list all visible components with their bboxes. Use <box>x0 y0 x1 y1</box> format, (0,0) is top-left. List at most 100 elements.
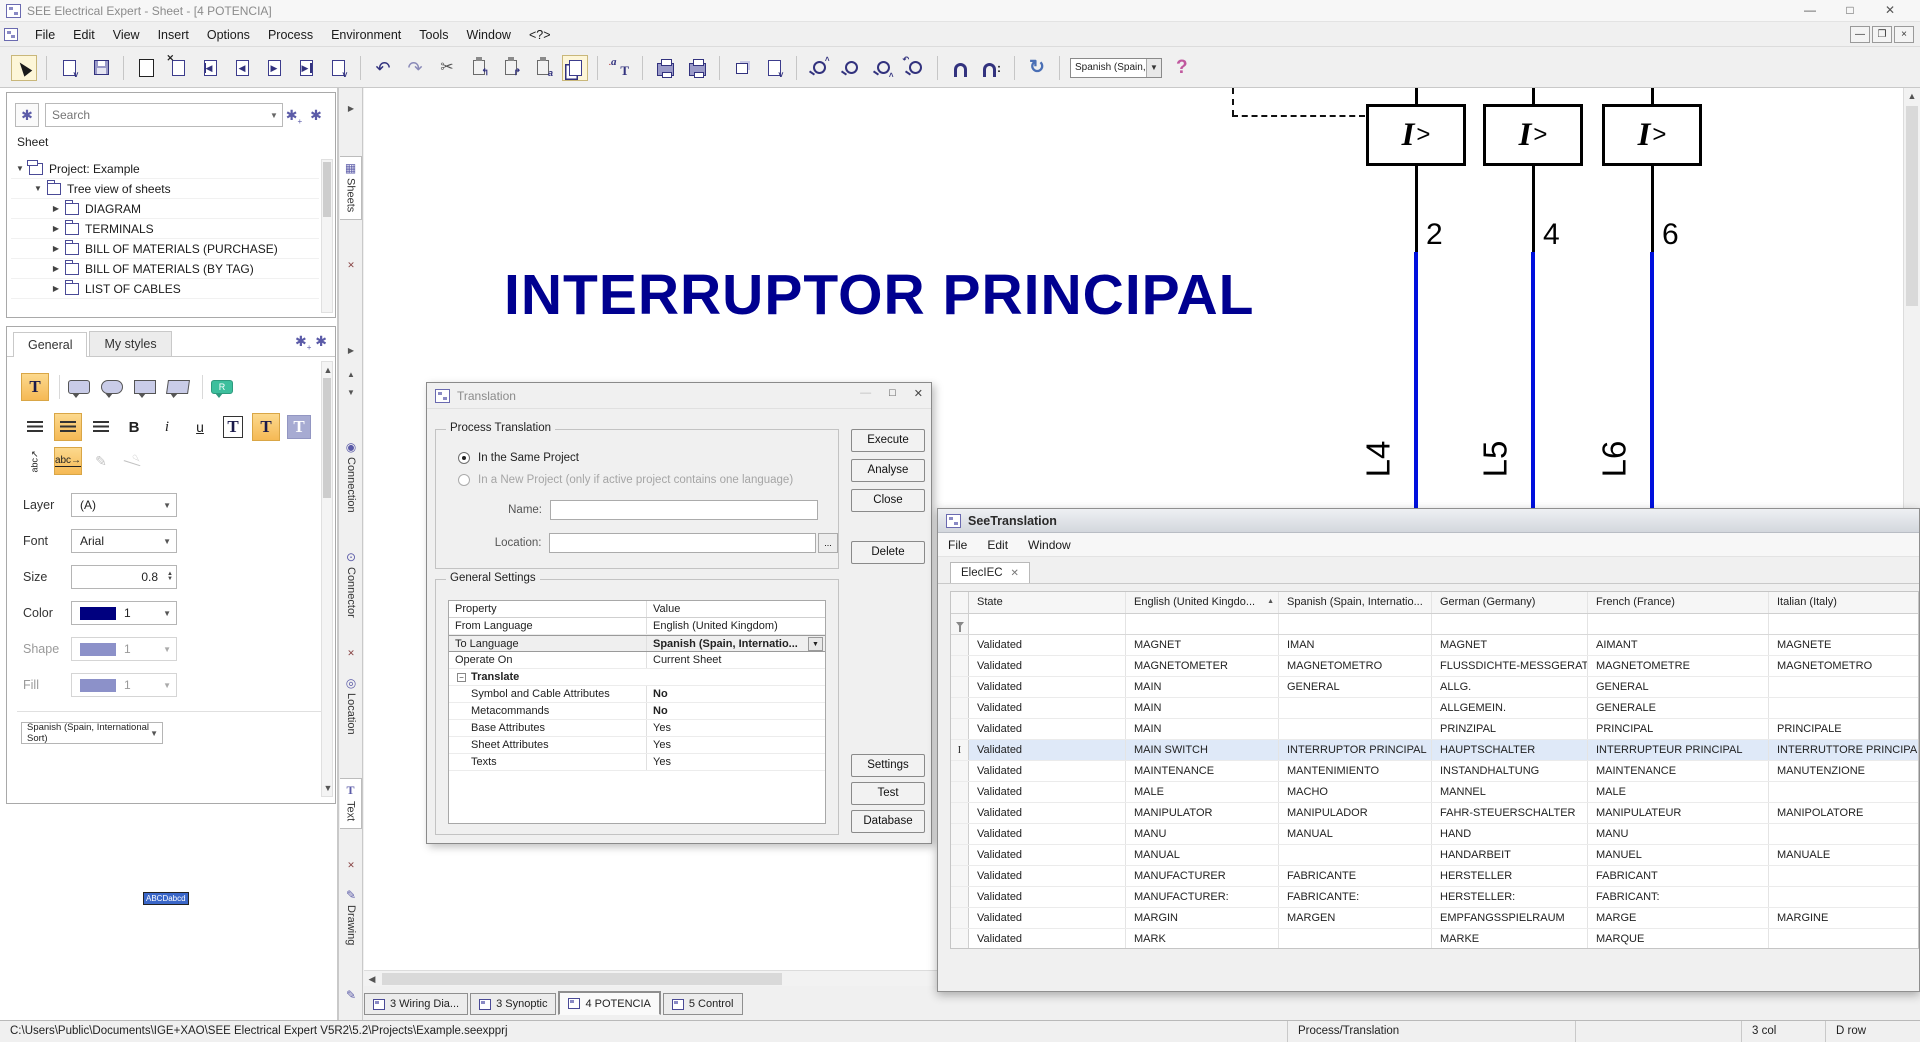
tree-item-project-example[interactable]: ▼Project: Example <box>11 159 319 179</box>
table-cell[interactable]: FLUSSDICHTE-MESSGERAT <box>1432 656 1588 676</box>
tree-scrollbar-thumb[interactable] <box>323 162 331 217</box>
callout-line-button[interactable] <box>131 373 159 401</box>
align-center-button[interactable] <box>54 413 82 441</box>
sheet-tab-5-control[interactable]: 5 Control <box>663 993 743 1015</box>
table-cell[interactable]: ALLG. <box>1432 677 1588 697</box>
table-cell[interactable]: FABRICANT <box>1588 866 1769 886</box>
table-cell[interactable]: MARGE <box>1588 908 1769 928</box>
menu-item-file[interactable]: File <box>26 25 64 45</box>
table-cell[interactable]: Validated <box>969 845 1126 865</box>
style-gear-icons[interactable]: ✱+ ✱ <box>295 333 327 352</box>
tab-general[interactable]: General <box>13 332 87 357</box>
tree-scrollbar[interactable] <box>321 159 333 313</box>
table-cell[interactable]: MAGNET <box>1432 635 1588 655</box>
table-cell[interactable]: MAINTENANCE <box>1588 761 1769 781</box>
menu-item-edit[interactable]: Edit <box>64 25 104 45</box>
filter-cell[interactable] <box>1432 614 1588 634</box>
expand-icon[interactable]: ▶ <box>51 264 61 273</box>
size-stepper[interactable]: 0.8 ▲▼ <box>71 565 177 589</box>
color-select[interactable]: 1▼ <box>71 601 177 625</box>
undo-button[interactable]: ↶ <box>370 55 396 81</box>
dialog-maximize-icon[interactable]: □ <box>889 387 896 400</box>
strip-up-icon[interactable]: ▲ <box>340 370 362 379</box>
table-cell[interactable]: PRINZIPAL <box>1432 719 1588 739</box>
table-cell[interactable]: MAGNETOMETRO <box>1769 656 1918 676</box>
dialog-minimize-icon[interactable]: — <box>860 387 871 400</box>
filter-row[interactable] <box>951 614 1918 635</box>
collapse-icon[interactable]: ▼ <box>33 184 43 193</box>
filter-cell[interactable] <box>1279 614 1432 634</box>
callout-bent-button[interactable] <box>164 373 192 401</box>
style-language-select[interactable]: Spanish (Spain, International Sort) ▼ <box>21 722 163 744</box>
sidebar-tab-drawing[interactable]: ✎ Drawing <box>340 888 362 948</box>
table-cell[interactable]: MANUAL <box>1126 845 1279 865</box>
search-dropdown-icon[interactable]: ▼ <box>266 111 282 120</box>
table-cell[interactable]: PRINCIPALE <box>1769 719 1918 739</box>
table-cell[interactable]: Validated <box>969 698 1126 718</box>
strip-down-icon[interactable]: ▼ <box>340 388 362 397</box>
gear-plus-icon[interactable]: ✱+ <box>283 103 305 127</box>
column-header-english-united-kingdo[interactable]: English (United Kingdo...▲ <box>1126 592 1279 613</box>
table-cell[interactable]: FABRICANTE: <box>1279 887 1432 907</box>
3d-view-button[interactable] <box>729 55 755 81</box>
snap-magnet-button[interactable] <box>947 55 973 81</box>
settings-row-base-attributes[interactable]: Base AttributesYes <box>449 720 825 737</box>
sheet-tab-3-wiring-dia[interactable]: 3 Wiring Dia... <box>364 993 468 1015</box>
expand-icon[interactable]: ▶ <box>51 204 61 213</box>
seetranslation-menu-file[interactable]: File <box>938 535 977 555</box>
style-scrollbar-thumb[interactable] <box>323 378 331 498</box>
table-cell[interactable]: MARKE <box>1432 929 1588 949</box>
seetranslation-menu-window[interactable]: Window <box>1018 535 1081 555</box>
column-header-german-germany[interactable]: German (Germany) <box>1432 592 1588 613</box>
column-header-french-france[interactable]: French (France) <box>1588 592 1769 613</box>
sidebar-tab-location[interactable]: ◎ Location <box>340 676 362 738</box>
sheet-tab-3-synoptic[interactable]: 3 Synoptic <box>470 993 556 1015</box>
table-cell[interactable]: MAGNETOMETRO <box>1279 656 1432 676</box>
table-cell[interactable]: FABRICANTE <box>1279 866 1432 886</box>
save-button[interactable] <box>88 55 114 81</box>
inverse-text-button[interactable]: T <box>285 413 313 441</box>
settings-row-translate[interactable]: −Translate <box>449 669 825 686</box>
table-cell[interactable]: PRINCIPAL <box>1588 719 1769 739</box>
minimize-icon[interactable]: — <box>1790 0 1830 21</box>
table-cell[interactable]: GENERAL <box>1588 677 1769 697</box>
table-cell[interactable]: MACHO <box>1279 782 1432 802</box>
table-row[interactable]: ValidatedMALEMACHOMANNELMALE <box>951 782 1918 803</box>
table-cell[interactable]: INTERRUPTEUR PRINCIPAL <box>1588 740 1769 760</box>
settings-row-to-language[interactable]: To LanguageSpanish (Spain, Internatio...… <box>449 635 825 652</box>
tree-item-bill-of-materials-by-tag[interactable]: ▶BILL OF MATERIALS (BY TAG) <box>11 259 319 279</box>
snap-magnet-strong-button[interactable]: : <box>979 55 1005 81</box>
dialog-close-icon[interactable]: ✕ <box>914 387 923 400</box>
help-button[interactable]: ? <box>1176 57 1188 79</box>
table-cell[interactable] <box>1769 887 1918 907</box>
table-cell[interactable]: INSTANDHALTUNG <box>1432 761 1588 781</box>
table-cell[interactable]: GENERAL <box>1279 677 1432 697</box>
close-icon[interactable]: ✕ <box>1870 0 1910 21</box>
table-cell[interactable]: Validated <box>969 824 1126 844</box>
table-cell[interactable]: MANIPULATOR <box>1126 803 1279 823</box>
tree-item-list-of-cables[interactable]: ▶LIST OF CABLES <box>11 279 319 299</box>
copy-drawing-button[interactable]: ˅ <box>761 55 787 81</box>
table-cell[interactable]: MAIN SWITCH <box>1126 740 1279 760</box>
filter-cell[interactable] <box>1769 614 1918 634</box>
table-row[interactable]: ValidatedMARGINMARGENEMPFANGSSPIELRAUMMA… <box>951 908 1918 929</box>
tree-item-bill-of-materials-purchase[interactable]: ▶BILL OF MATERIALS (PURCHASE) <box>11 239 319 259</box>
table-cell[interactable]: Validated <box>969 866 1126 886</box>
table-row[interactable]: ValidatedMANUMANUALHANDMANU <box>951 824 1918 845</box>
new-sheet-button[interactable]: ˅ <box>56 55 82 81</box>
callout-round-button[interactable] <box>98 373 126 401</box>
settings-button[interactable]: Settings <box>851 754 925 777</box>
table-row[interactable]: ValidatedMAGNETOMETERMAGNETOMETROFLUSSDI… <box>951 656 1918 677</box>
table-cell[interactable]: MARGIN <box>1126 908 1279 928</box>
table-cell[interactable]: Validated <box>969 761 1126 781</box>
table-cell[interactable]: MANUFACTURER: <box>1126 887 1279 907</box>
table-cell[interactable]: FAHR-STEUERSCHALTER <box>1432 803 1588 823</box>
test-button[interactable]: Test <box>851 782 925 805</box>
execute-button[interactable]: Execute <box>851 429 925 452</box>
menu-item-options[interactable]: Options <box>198 25 259 45</box>
table-cell[interactable]: MAGNETOMETRE <box>1588 656 1769 676</box>
table-cell[interactable]: ALLGEMEIN. <box>1432 698 1588 718</box>
table-cell[interactable]: Validated <box>969 719 1126 739</box>
table-cell[interactable]: Validated <box>969 740 1126 760</box>
table-row[interactable]: ValidatedMANUFACTURER:FABRICANTE:HERSTEL… <box>951 887 1918 908</box>
